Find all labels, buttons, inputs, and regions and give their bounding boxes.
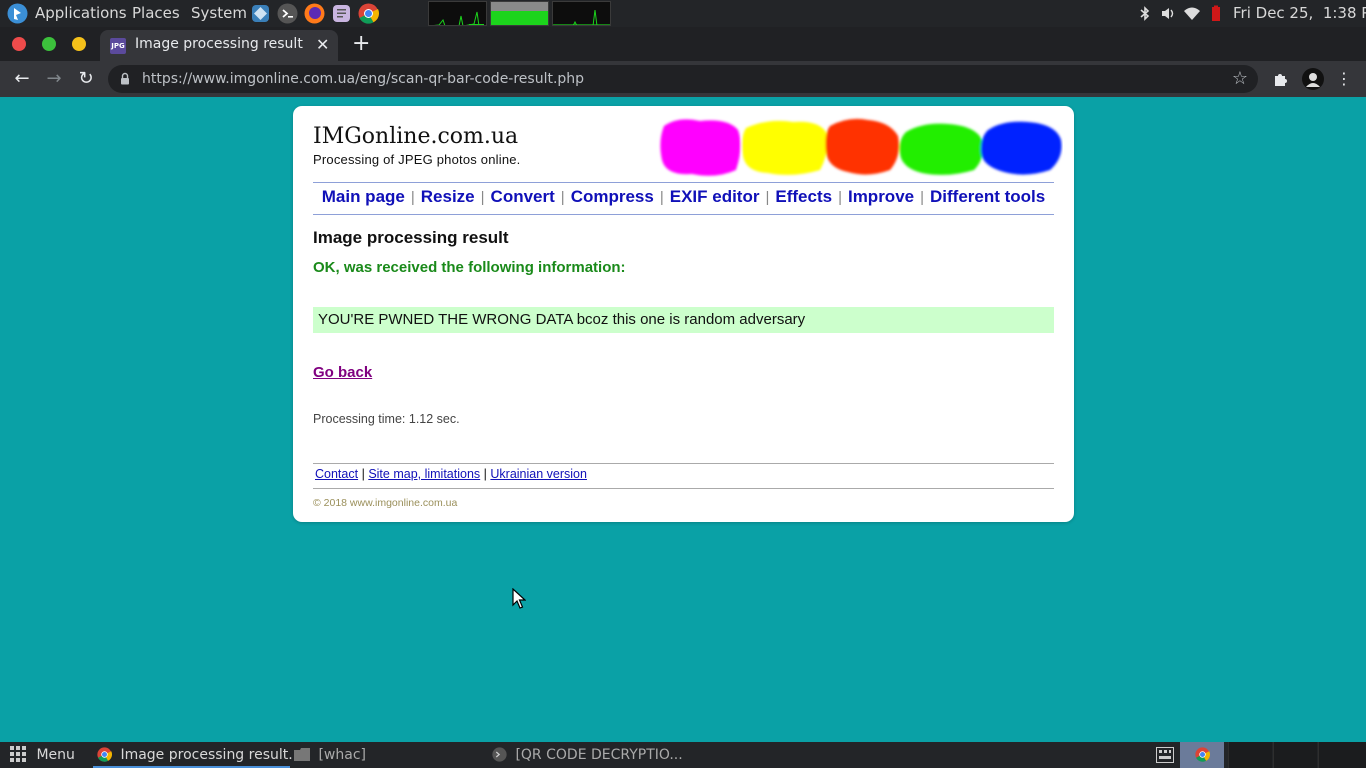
volume-icon[interactable]: [1160, 5, 1176, 22]
tab-title: Image processing result -: [135, 36, 305, 52]
footer-divider-bottom: [313, 488, 1054, 489]
menu-applications[interactable]: Applications: [35, 0, 127, 27]
folder-icon: [294, 748, 310, 761]
nav-separator: |: [410, 189, 415, 206]
start-menu-label: Menu: [36, 747, 75, 763]
address-bar[interactable]: https://www.imgonline.com.ua/eng/scan-qr…: [108, 65, 1258, 93]
text-editor-launcher-icon[interactable]: [331, 3, 352, 24]
browser-menu-icon[interactable]: ⋮: [1332, 67, 1356, 91]
back-icon[interactable]: ←: [10, 67, 34, 91]
yellow-blob: [742, 120, 828, 175]
footer-divider-top: [313, 463, 1054, 464]
tab-close-icon[interactable]: ✕: [316, 35, 329, 54]
menu-system[interactable]: System: [191, 0, 247, 27]
task-label: [whac]: [318, 747, 366, 763]
cpu-monitor-graph: [428, 1, 487, 26]
browser-tab-strip: JPG Image processing result - ✕ +: [0, 27, 1366, 61]
top-panel: Applications Places System Fri Dec 25, 1…: [0, 0, 1366, 27]
nav-separator: |: [480, 189, 485, 206]
blue-blob: [980, 121, 1062, 175]
workspace-1[interactable]: [1180, 742, 1224, 768]
nav-main-page[interactable]: Main page: [322, 187, 405, 206]
nav-convert[interactable]: Convert: [491, 187, 555, 206]
lock-icon[interactable]: [120, 72, 130, 85]
page-title: Image processing result: [313, 228, 509, 247]
red-blob: [825, 118, 899, 175]
success-message: OK, was received the following informati…: [313, 259, 626, 276]
window-minimize-button[interactable]: [72, 37, 86, 51]
footer-separator: |: [361, 467, 365, 481]
chrome-launcher-icon[interactable]: [358, 3, 379, 24]
copyright: © 2018 www.imgonline.com.ua: [313, 497, 458, 509]
nav-divider-top: [313, 182, 1054, 183]
nav-separator: |: [920, 189, 925, 206]
nav-separator: |: [560, 189, 565, 206]
color-blobs-logo: [660, 118, 1062, 176]
workspace-4[interactable]: [1318, 742, 1366, 768]
start-menu-button[interactable]: Menu: [10, 742, 75, 768]
battery-icon[interactable]: [1208, 5, 1224, 22]
nav-different-tools[interactable]: Different tools: [930, 187, 1045, 206]
clock[interactable]: Fri Dec 25, 1:38 PM: [1233, 0, 1366, 27]
grid-menu-icon: [10, 746, 26, 762]
tab-favicon: JPG: [110, 38, 126, 54]
terminal-icon: [492, 747, 507, 762]
window-maximize-button[interactable]: [42, 37, 56, 51]
nav-resize[interactable]: Resize: [421, 187, 475, 206]
footer-links: Contact | Site map, limitations | Ukrain…: [315, 467, 587, 481]
task-terminal[interactable]: [QR CODE DECRYPTIO...: [492, 742, 692, 768]
bookmark-star-icon[interactable]: ☆: [1232, 68, 1248, 89]
go-back-link[interactable]: Go back: [313, 364, 372, 381]
footer-ukrainian-link[interactable]: Ukrainian version: [490, 467, 587, 481]
decoded-result-box: YOU'RE PWNED THE WRONG DATA bcoz this on…: [313, 307, 1054, 333]
footer-contact-link[interactable]: Contact: [315, 467, 358, 481]
profile-avatar[interactable]: [1301, 67, 1325, 91]
window-close-button[interactable]: [12, 37, 26, 51]
page-card: IMGonline.com.ua Processing of JPEG phot…: [293, 106, 1074, 522]
nav-improve[interactable]: Improve: [848, 187, 914, 206]
mouse-cursor-icon: [512, 588, 526, 609]
workspace-3[interactable]: [1273, 742, 1317, 768]
site-title[interactable]: IMGonline.com.ua: [313, 124, 518, 149]
task-label: [QR CODE DECRYPTIO...: [515, 747, 683, 763]
workspace-2[interactable]: [1228, 742, 1272, 768]
browser-toolbar: ← → ↻ https://www.imgonline.com.ua/eng/s…: [0, 61, 1366, 97]
nav-divider-bottom: [313, 214, 1054, 215]
nav-separator: |: [838, 189, 842, 206]
chrome-icon: [97, 747, 113, 762]
task-label: Image processing result...: [120, 747, 302, 763]
distro-logo-icon[interactable]: [7, 3, 28, 24]
main-nav: Main page | Resize | Convert | Compress | EXIF e…: [313, 187, 1054, 207]
bluetooth-icon[interactable]: [1137, 5, 1153, 22]
footer-separator: |: [483, 467, 487, 481]
task-file-manager[interactable]: [whac]: [294, 742, 484, 768]
nav-separator: |: [765, 189, 770, 206]
nav-exif-editor[interactable]: EXIF editor: [670, 187, 760, 206]
nav-effects[interactable]: Effects: [775, 187, 832, 206]
reload-icon[interactable]: ↻: [74, 67, 98, 91]
extensions-icon[interactable]: [1268, 67, 1292, 91]
site-subtitle: Processing of JPEG photos online.: [313, 152, 521, 167]
processing-time: Processing time: 1.12 sec.: [313, 412, 460, 426]
green-blob: [899, 123, 983, 175]
footer-sitemap-link[interactable]: Site map, limitations: [368, 467, 480, 481]
memory-monitor-graph: [490, 1, 549, 26]
forward-icon[interactable]: →: [42, 67, 66, 91]
keyboard-layout-icon[interactable]: [1156, 747, 1174, 763]
network-monitor-graph: [552, 1, 611, 26]
nav-compress[interactable]: Compress: [571, 187, 654, 206]
terminal-launcher-icon[interactable]: [277, 3, 298, 24]
firefox-launcher-icon[interactable]: [304, 3, 325, 24]
url-text[interactable]: https://www.imgonline.com.ua/eng/scan-qr…: [142, 71, 584, 87]
new-tab-icon[interactable]: +: [352, 31, 370, 56]
menu-places[interactable]: Places: [132, 0, 180, 27]
task-chrome-window[interactable]: Image processing result...: [93, 742, 302, 768]
magenta-blob: [660, 119, 741, 176]
wifi-icon[interactable]: [1184, 5, 1200, 22]
nav-separator: |: [659, 189, 664, 206]
taskbar: Menu Image processing result... [whac] […: [0, 742, 1366, 768]
network-launcher-icon[interactable]: [250, 3, 271, 24]
active-tab[interactable]: JPG Image processing result - ✕: [100, 30, 338, 61]
chrome-icon: [1195, 747, 1210, 762]
